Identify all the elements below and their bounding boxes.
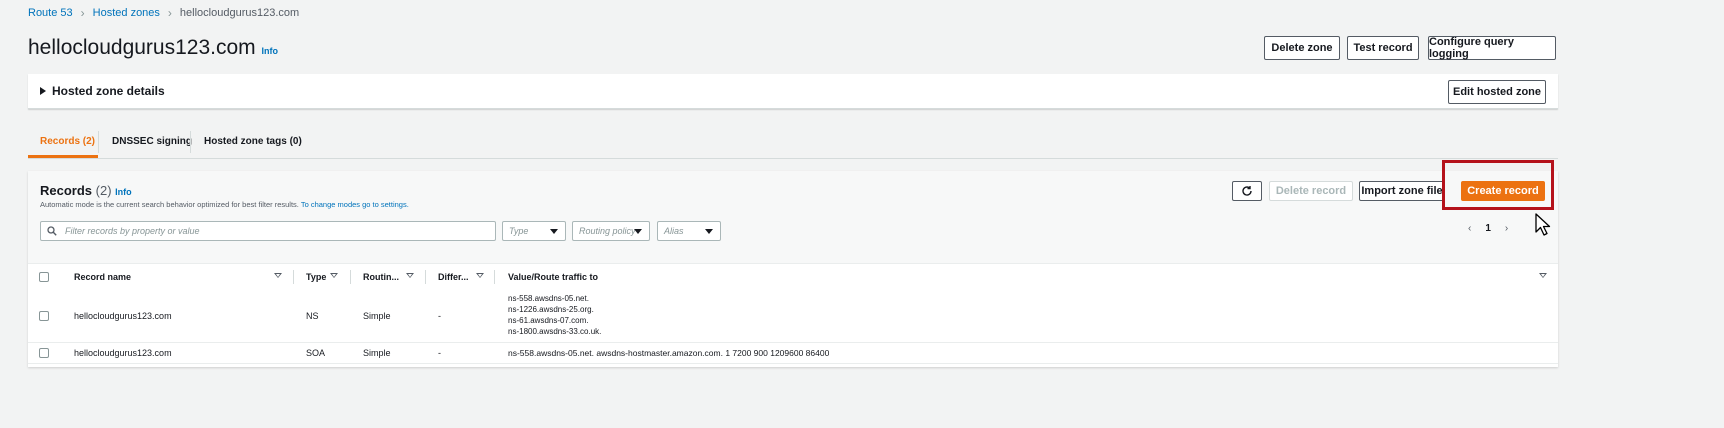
caret-right-icon bbox=[40, 87, 46, 95]
hosted-zone-details-panel: Hosted zone details Edit hosted zone bbox=[28, 74, 1558, 109]
tab-dnssec-signing[interactable]: DNSSEC signing bbox=[112, 126, 192, 157]
zone-name: hellocloudgurus123.com bbox=[28, 36, 256, 59]
current-page[interactable]: 1 bbox=[1485, 223, 1491, 234]
sort-icon[interactable] bbox=[274, 273, 282, 278]
filter-records-search[interactable] bbox=[40, 221, 496, 241]
type-filter-select[interactable]: Type bbox=[502, 221, 566, 241]
refresh-button[interactable] bbox=[1232, 181, 1262, 201]
column-routing[interactable]: Routin... bbox=[363, 264, 399, 290]
breadcrumb: Route 53 › Hosted zones › hellocloudguru… bbox=[28, 6, 299, 20]
change-mode-link[interactable]: To change modes go to settings. bbox=[301, 200, 409, 209]
record-type-cell: SOA bbox=[306, 348, 326, 358]
column-value[interactable]: Value/Route traffic to bbox=[508, 264, 598, 290]
table-row[interactable]: hellocloudgurus123.com NS Simple - ns-55… bbox=[28, 290, 1558, 343]
column-record-name[interactable]: Record name bbox=[74, 264, 131, 290]
breadcrumb-current: hellocloudgurus123.com bbox=[179, 7, 300, 19]
breadcrumb-route53[interactable]: Route 53 bbox=[28, 7, 73, 19]
record-type-cell: NS bbox=[306, 311, 319, 321]
caret-down-icon bbox=[550, 229, 558, 234]
records-title: Records (2) Info bbox=[40, 183, 132, 198]
routing-policy-filter-select[interactable]: Routing policy bbox=[572, 221, 650, 241]
records-count: (2) bbox=[95, 183, 112, 198]
record-name-cell: hellocloudgurus123.com bbox=[74, 311, 172, 321]
column-differentiator[interactable]: Differ... bbox=[438, 264, 469, 290]
chevron-right-icon: › bbox=[80, 6, 85, 20]
row-checkbox[interactable] bbox=[39, 348, 49, 358]
ns-value: ns-558.awsdns-05.net. bbox=[508, 294, 589, 303]
type-filter-label: Type bbox=[509, 226, 529, 236]
records-description: Automatic mode is the current search beh… bbox=[40, 200, 409, 209]
records-info-link[interactable]: Info bbox=[115, 187, 132, 197]
tab-divider bbox=[98, 131, 99, 153]
title-info-link[interactable]: Info bbox=[262, 46, 279, 56]
alias-filter-label: Alias bbox=[664, 226, 684, 236]
differentiator-cell: - bbox=[438, 311, 441, 321]
sort-icon[interactable] bbox=[1539, 273, 1547, 278]
chevron-right-icon: › bbox=[167, 6, 172, 20]
table-row[interactable]: hellocloudgurus123.com SOA Simple - ns-5… bbox=[28, 343, 1558, 364]
hosted-zone-details-label: Hosted zone details bbox=[52, 84, 165, 98]
alias-filter-select[interactable]: Alias bbox=[657, 221, 721, 241]
tab-records[interactable]: Records (2) bbox=[40, 126, 95, 157]
routing-cell: Simple bbox=[363, 311, 391, 321]
configure-query-logging-button[interactable]: Configure query logging bbox=[1428, 36, 1556, 60]
test-record-button[interactable]: Test record bbox=[1347, 36, 1419, 60]
delete-record-button[interactable]: Delete record bbox=[1269, 181, 1353, 201]
sort-icon[interactable] bbox=[330, 273, 338, 278]
pagination: ‹ 1 › bbox=[1468, 223, 1508, 234]
tab-hosted-zone-tags[interactable]: Hosted zone tags (0) bbox=[204, 126, 302, 157]
row-checkbox[interactable] bbox=[39, 311, 49, 321]
column-divider bbox=[494, 270, 495, 284]
column-divider bbox=[293, 270, 294, 284]
prev-page-icon[interactable]: ‹ bbox=[1468, 223, 1471, 234]
value-cell: ns-558.awsdns-05.net. ns-1226.awsdns-25.… bbox=[508, 293, 601, 337]
page-title: hellocloudgurus123.com Info bbox=[28, 36, 278, 60]
value-cell: ns-558.awsdns-05.net. awsdns-hostmaster.… bbox=[508, 348, 830, 358]
records-header: Records (2) Info Automatic mode is the c… bbox=[28, 171, 1558, 263]
routing-cell: Simple bbox=[363, 348, 391, 358]
column-divider bbox=[350, 270, 351, 284]
differentiator-cell: - bbox=[438, 348, 441, 358]
breadcrumb-hosted-zones[interactable]: Hosted zones bbox=[93, 7, 160, 19]
sort-icon[interactable] bbox=[406, 273, 414, 278]
active-tab-indicator bbox=[28, 155, 98, 158]
records-panel: Records (2) Info Automatic mode is the c… bbox=[28, 171, 1558, 367]
column-type[interactable]: Type bbox=[306, 264, 326, 290]
select-all-checkbox[interactable] bbox=[39, 272, 49, 282]
ns-value: ns-61.awsdns-07.com. bbox=[508, 316, 589, 325]
tab-divider bbox=[190, 131, 191, 153]
caret-down-icon bbox=[705, 229, 713, 234]
search-mode-text: Automatic mode is the current search beh… bbox=[40, 200, 299, 209]
tab-bar: Records (2) DNSSEC signing Hosted zone t… bbox=[28, 126, 1558, 159]
records-table-header: Record name Type Routin... Differ... Val… bbox=[28, 263, 1558, 291]
mouse-cursor-icon bbox=[1535, 213, 1551, 236]
import-zone-file-button[interactable]: Import zone file bbox=[1359, 181, 1445, 201]
refresh-icon bbox=[1242, 186, 1252, 196]
records-title-text: Records bbox=[40, 183, 93, 198]
caret-down-icon bbox=[634, 229, 642, 234]
hosted-zone-details-toggle[interactable]: Hosted zone details bbox=[40, 84, 165, 98]
search-icon bbox=[47, 226, 57, 236]
ns-value: ns-1226.awsdns-25.org. bbox=[508, 305, 594, 314]
next-page-icon[interactable]: › bbox=[1505, 223, 1508, 234]
sort-icon[interactable] bbox=[476, 273, 484, 278]
column-divider bbox=[425, 270, 426, 284]
edit-hosted-zone-button[interactable]: Edit hosted zone bbox=[1448, 80, 1546, 104]
routing-policy-filter-label: Routing policy bbox=[579, 226, 636, 236]
delete-zone-button[interactable]: Delete zone bbox=[1264, 36, 1340, 60]
highlight-box bbox=[1442, 160, 1554, 210]
search-input[interactable] bbox=[63, 225, 487, 237]
ns-value: ns-1800.awsdns-33.co.uk. bbox=[508, 327, 602, 336]
record-name-cell: hellocloudgurus123.com bbox=[74, 348, 172, 358]
